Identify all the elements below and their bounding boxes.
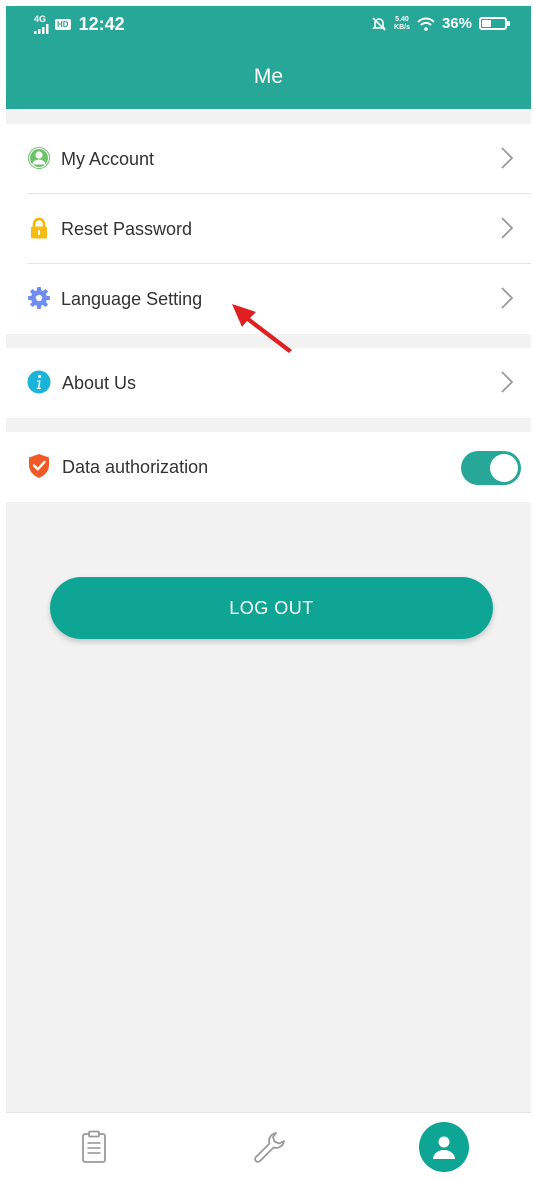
logout-button[interactable]: LOG OUT [50, 577, 493, 639]
network-type: 4G [34, 14, 47, 24]
active-tab-indicator [418, 1121, 469, 1172]
bottom-tab-bar [6, 1112, 531, 1179]
tab-me[interactable] [356, 1113, 531, 1179]
speed-unit: KB/s [394, 23, 410, 31]
status-bar: 4G HD 12:42 5.40 KB/s 36% [6, 6, 531, 46]
hd-badge: HD [55, 19, 71, 30]
signal-icon [34, 24, 49, 34]
my-account-row[interactable]: My Account [6, 124, 531, 194]
clipboard-icon [81, 1130, 106, 1163]
page-title: Me [253, 65, 284, 88]
chevron-right-icon [501, 287, 513, 309]
info-icon [27, 370, 51, 394]
chevron-right-icon [501, 371, 513, 393]
clock: 12:42 [78, 14, 125, 34]
data-authorization-label: Data authorization [62, 456, 209, 477]
gear-icon [27, 286, 51, 310]
chevron-right-icon [501, 217, 513, 239]
toggle-knob [490, 454, 518, 482]
cell-signal: 4G [34, 15, 50, 34]
wrench-icon [253, 1131, 285, 1163]
mute-icon [372, 16, 386, 31]
phone-screen: 4G HD 12:42 5.40 KB/s 36% Me My Account … [6, 6, 531, 1179]
battery-icon [479, 17, 510, 30]
my-account-label: My Account [61, 148, 155, 169]
user-circle-icon [27, 146, 51, 170]
status-right: 5.40 KB/s 36% [371, 15, 510, 32]
reset-password-label: Reset Password [61, 218, 193, 239]
wifi-icon [417, 17, 435, 31]
about-group: About Us [6, 348, 531, 418]
tab-tools[interactable] [181, 1113, 356, 1179]
data-authorization-toggle[interactable] [461, 451, 521, 485]
privacy-group: Data authorization [6, 432, 531, 502]
network-speed: 5.40 KB/s [394, 16, 410, 32]
about-us-label: About Us [62, 372, 137, 393]
data-authorization-row: Data authorization [6, 432, 531, 502]
chevron-right-icon [501, 147, 513, 169]
battery-level [482, 20, 491, 27]
speed-value: 5.40 [395, 15, 409, 23]
tab-records[interactable] [6, 1113, 181, 1179]
lock-icon [27, 216, 51, 240]
about-us-row[interactable]: About Us [6, 348, 531, 418]
status-left: 4G HD 12:42 [34, 14, 125, 35]
annotation-arrow-icon [232, 304, 292, 353]
shield-check-icon [27, 454, 51, 478]
app-header: 4G HD 12:42 5.40 KB/s 36% Me [6, 6, 531, 109]
language-setting-label: Language Setting [61, 288, 203, 309]
reset-password-row[interactable]: Reset Password [6, 194, 531, 264]
battery-percent: 36% [441, 15, 472, 32]
person-icon [432, 1136, 455, 1159]
